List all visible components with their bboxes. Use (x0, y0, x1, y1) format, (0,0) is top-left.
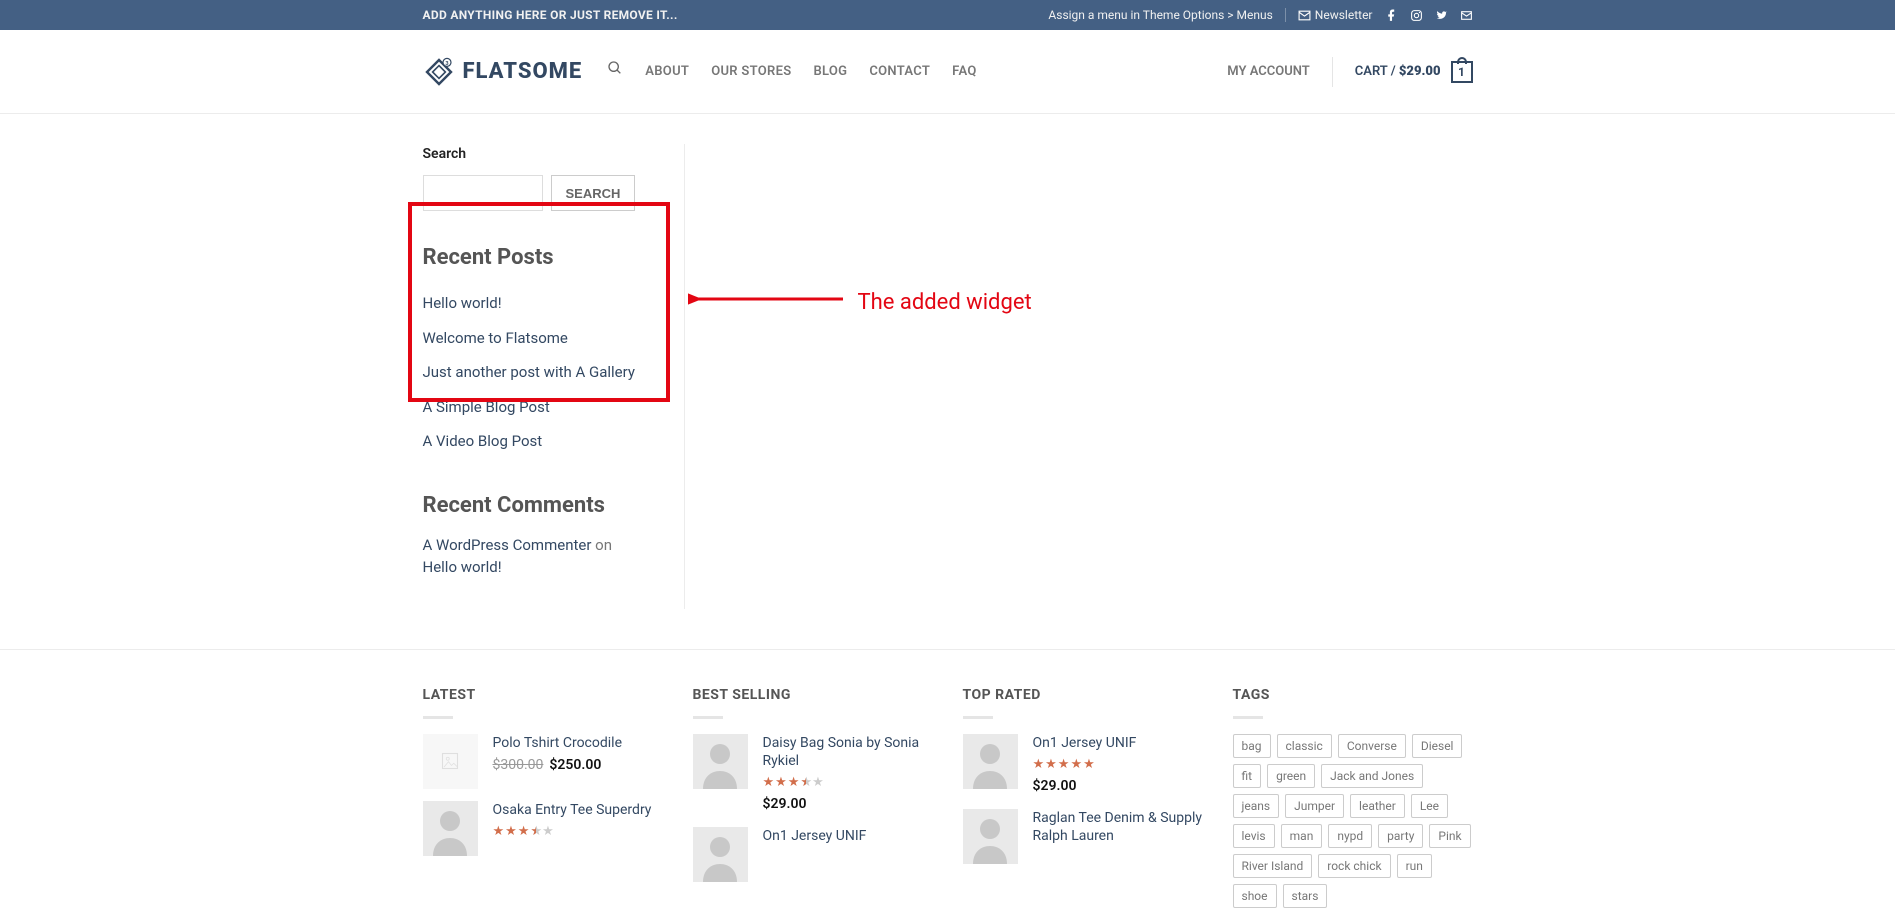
tag-link[interactable]: jeans (1233, 794, 1280, 818)
topbar-menu-hint[interactable]: Assign a menu in Theme Options > Menus (1048, 6, 1272, 24)
tag-link[interactable]: man (1281, 824, 1323, 848)
tag-link[interactable]: levis (1233, 824, 1275, 848)
annotation-label: The added widget (858, 286, 1032, 319)
content-area (685, 144, 1473, 609)
footer-latest: LATEST Polo Tshirt Crocodile $300.00 $250… (423, 685, 663, 908)
product-placeholder-image (423, 734, 478, 789)
tag-link[interactable]: nypd (1328, 824, 1372, 848)
product-price: $29.00 (1033, 776, 1203, 797)
product-avatar-image (423, 801, 478, 856)
nav-blog[interactable]: BLOG (813, 62, 847, 82)
search-widget: Search SEARCH (423, 144, 655, 211)
instagram-icon[interactable] (1410, 9, 1423, 22)
footer-tags: TAGS bagclassicConverseDiesel fitgreenJac… (1233, 685, 1473, 908)
search-label: Search (423, 144, 655, 165)
tag-link[interactable]: rock chick (1318, 854, 1390, 878)
star-rating: ★★★★★ (1033, 755, 1203, 775)
cart-bag-icon: 1 (1451, 61, 1473, 83)
twitter-icon[interactable] (1435, 9, 1448, 22)
nav-account[interactable]: MY ACCOUNT (1227, 62, 1310, 82)
comment-on-text: on (591, 536, 612, 554)
nav-stores[interactable]: OUR STORES (711, 62, 791, 82)
product-title: Polo Tshirt Crocodile (493, 734, 663, 752)
newsletter-label: Newsletter (1315, 6, 1373, 24)
footer-col-title: TAGS (1233, 685, 1473, 706)
divider (963, 716, 993, 719)
nav-cart[interactable]: CART / $29.00 1 (1355, 61, 1473, 83)
product-avatar-image (693, 827, 748, 882)
footer-best-selling: BEST SELLING Daisy Bag Sonia by Sonia Ry… (693, 685, 933, 908)
tag-link[interactable]: Lee (1411, 794, 1448, 818)
divider (1233, 716, 1263, 719)
topbar: ADD ANYTHING HERE OR JUST REMOVE IT... A… (0, 0, 1895, 30)
cart-label: CART / $29.00 (1355, 62, 1441, 82)
star-rating: ★★★★★★ (493, 822, 663, 842)
footer: LATEST Polo Tshirt Crocodile $300.00 $250… (408, 650, 1488, 908)
envelope-icon (1298, 9, 1311, 22)
recent-post-link[interactable]: A Video Blog Post (423, 432, 543, 450)
logo-text: FLATSOME (463, 55, 583, 88)
divider (423, 716, 453, 719)
tag-link[interactable]: Converse (1338, 734, 1406, 758)
annotation-arrow-icon (688, 289, 848, 309)
nav-about[interactable]: ABOUT (645, 62, 689, 82)
comment-post-link[interactable]: Hello world! (423, 558, 502, 576)
product-item[interactable]: Raglan Tee Denim & Supply Ralph Lauren (963, 809, 1203, 864)
product-item[interactable]: Polo Tshirt Crocodile $300.00 $250.00 (423, 734, 663, 789)
product-avatar-image (963, 734, 1018, 789)
product-price: $29.00 (763, 794, 933, 815)
product-title: Daisy Bag Sonia by Sonia Rykiel (763, 734, 933, 770)
product-avatar-image (693, 734, 748, 789)
logo-icon: 3 (423, 56, 455, 88)
nav-search-icon[interactable] (607, 60, 623, 83)
tag-link[interactable]: bag (1233, 734, 1271, 758)
footer-top-rated: TOP RATED On1 Jersey UNIF ★★★★★ $29.00 R… (963, 685, 1203, 908)
divider (1332, 57, 1333, 87)
product-price: $250.00 (549, 757, 601, 773)
tag-link[interactable]: leather (1350, 794, 1405, 818)
cart-count: 1 (1458, 63, 1465, 81)
tag-link[interactable]: classic (1277, 734, 1332, 758)
product-item[interactable]: On1 Jersey UNIF (693, 827, 933, 882)
product-item[interactable]: On1 Jersey UNIF ★★★★★ $29.00 (963, 734, 1203, 798)
product-item[interactable]: Osaka Entry Tee Superdry ★★★★★★ (423, 801, 663, 856)
tag-link[interactable]: Jack and Jones (1321, 764, 1423, 788)
nav-contact[interactable]: CONTACT (869, 62, 930, 82)
product-item[interactable]: Daisy Bag Sonia by Sonia Rykiel ★★★★★★ $… (693, 734, 933, 816)
product-title: On1 Jersey UNIF (763, 827, 933, 845)
product-old-price: $300.00 (493, 757, 544, 773)
tag-link[interactable]: party (1378, 824, 1423, 848)
tag-link[interactable]: Diesel (1412, 734, 1463, 758)
footer-col-title: BEST SELLING (693, 685, 933, 706)
annotation-highlight-box (408, 202, 670, 402)
comment-author-link[interactable]: A WordPress Commenter (423, 536, 592, 554)
tag-link[interactable]: green (1267, 764, 1315, 788)
product-title: Osaka Entry Tee Superdry (493, 801, 663, 819)
product-avatar-image (963, 809, 1018, 864)
tag-link[interactable]: run (1397, 854, 1432, 878)
topbar-announcement: ADD ANYTHING HERE OR JUST REMOVE IT... (423, 6, 678, 24)
main-nav: ABOUT OUR STORES BLOG CONTACT FAQ (607, 60, 976, 83)
svg-text:3: 3 (445, 60, 448, 66)
product-title: On1 Jersey UNIF (1033, 734, 1203, 752)
header: 3 FLATSOME ABOUT OUR STORES BLOG CONTACT… (0, 30, 1895, 114)
footer-col-title: TOP RATED (963, 685, 1203, 706)
footer-col-title: LATEST (423, 685, 663, 706)
newsletter-link[interactable]: Newsletter (1298, 6, 1373, 24)
site-logo[interactable]: 3 FLATSOME (423, 55, 583, 88)
divider (1285, 8, 1286, 22)
product-title: Raglan Tee Denim & Supply Ralph Lauren (1033, 809, 1203, 845)
tag-link[interactable]: Pink (1429, 824, 1470, 848)
facebook-icon[interactable] (1385, 9, 1398, 22)
tag-link[interactable]: Jumper (1285, 794, 1344, 818)
tag-link[interactable]: River Island (1233, 854, 1313, 878)
mail-icon[interactable] (1460, 9, 1473, 22)
recent-comments-title: Recent Comments (423, 489, 655, 522)
nav-faq[interactable]: FAQ (952, 62, 976, 82)
tag-link[interactable]: fit (1233, 764, 1262, 788)
divider (693, 716, 723, 719)
recent-comments-widget: Recent Comments A WordPress Commenter on… (423, 489, 655, 579)
star-rating: ★★★★★★ (763, 773, 933, 793)
